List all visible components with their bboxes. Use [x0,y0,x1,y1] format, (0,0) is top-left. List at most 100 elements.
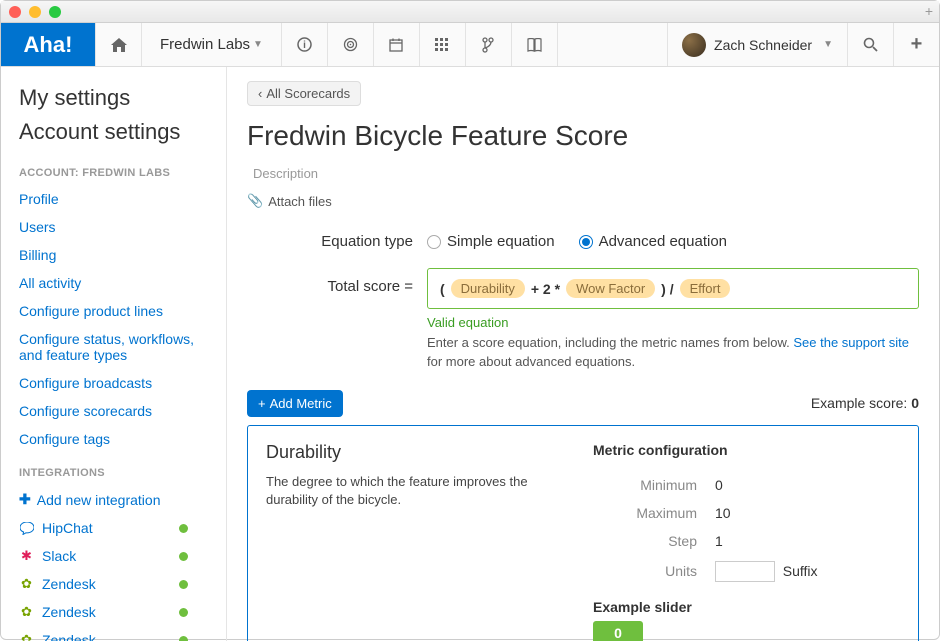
support-link[interactable]: See the support site [793,335,909,350]
grid-icon[interactable] [419,23,465,66]
sidebar-link-profile[interactable]: Profile [1,185,226,213]
plus-icon: ✚ [19,491,31,508]
sidebar-link-scorecards[interactable]: Configure scorecards [1,397,226,425]
caret-down-icon: ▼ [823,39,833,50]
zendesk-icon: ✿ [19,605,34,620]
integration-slack[interactable]: ✱ Slack [1,542,226,570]
metric-description[interactable]: The degree to which the feature improves… [266,473,573,509]
user-menu[interactable]: Zach Schneider ▼ [667,23,847,66]
new-tab-icon[interactable]: + [925,3,933,19]
radio-simple[interactable]: Simple equation [427,233,555,250]
project-dropdown[interactable]: Fredwin Labs ▼ [141,23,281,66]
sidebar-link-broadcasts[interactable]: Configure broadcasts [1,369,226,397]
main-panel: ‹ All Scorecards Fredwin Bicycle Feature… [227,67,939,641]
metric-card: Durability The degree to which the featu… [247,425,919,641]
chevron-left-icon: ‹ [258,86,262,101]
aha-logo[interactable]: Aha! [1,23,95,66]
equation-type-label: Equation type [247,231,427,250]
sidebar-link-product-lines[interactable]: Configure product lines [1,297,226,325]
total-score-label: Total score = [247,268,427,372]
avatar [682,33,706,57]
status-dot [179,580,188,589]
sidebar-link-users[interactable]: Users [1,213,226,241]
config-min-label: Minimum [595,472,705,498]
integration-label: Zendesk [42,604,96,620]
project-name: Fredwin Labs [160,36,250,53]
book-icon[interactable] [511,23,557,66]
radio-icon [427,235,441,249]
units-suffix-label: Suffix [783,563,818,579]
config-step-label: Step [595,528,705,554]
window-maximize-button[interactable] [49,6,61,18]
integration-label: HipChat [42,520,93,536]
sidebar-link-tags[interactable]: Configure tags [1,425,226,453]
description-label[interactable]: Description [247,166,919,181]
config-units-label: Units [595,556,705,587]
page-title: Fredwin Bicycle Feature Score [247,120,919,152]
radio-advanced-label: Advanced equation [599,233,727,250]
integrations-group-label: INTEGRATIONS [1,453,226,485]
user-name: Zach Schneider [714,37,812,53]
example-score: Example score: 0 [811,395,919,411]
branch-icon[interactable] [465,23,511,66]
calendar-icon[interactable] [373,23,419,66]
home-icon[interactable] [95,23,141,66]
status-dot [179,552,188,561]
zendesk-icon: ✿ [19,577,34,592]
account-group-label: ACCOUNT: FREDWIN LABS [1,153,226,185]
attach-files-link[interactable]: 📎 Attach files [247,193,919,209]
integration-label: Slack [42,548,76,564]
back-button[interactable]: ‹ All Scorecards [247,81,361,106]
add-metric-button[interactable]: + Add Metric [247,390,343,417]
target-icon[interactable] [327,23,373,66]
metric-pill-effort[interactable]: Effort [680,279,731,298]
units-input[interactable] [715,561,775,582]
config-min-value[interactable]: 0 [707,472,898,498]
equation-input[interactable]: ( Durability + 2 * Wow Factor ) / Effort [427,268,919,309]
add-icon[interactable]: + [893,23,939,66]
svg-text:i: i [303,40,306,51]
radio-simple-label: Simple equation [447,233,555,250]
account-settings-heading[interactable]: Account settings [1,119,226,153]
sidebar-link-activity[interactable]: All activity [1,269,226,297]
search-icon[interactable] [847,23,893,66]
window-close-button[interactable] [9,6,21,18]
eq-plus-2: + 2 * [531,281,560,297]
add-metric-label: Add Metric [270,396,332,411]
integration-hipchat[interactable]: HipChat [1,514,226,542]
config-step-value[interactable]: 1 [707,528,898,554]
config-max-value[interactable]: 10 [707,500,898,526]
metric-pill-durability[interactable]: Durability [451,279,525,298]
radio-advanced[interactable]: Advanced equation [579,233,727,250]
metric-name[interactable]: Durability [266,442,573,463]
integration-zendesk-3[interactable]: ✿ Zendesk [1,626,226,641]
eq-close-div: ) / [661,281,673,297]
integration-label: Zendesk [42,576,96,592]
status-dot [179,636,188,641]
add-integration-label: Add new integration [37,492,161,508]
eq-open-paren: ( [440,281,445,297]
radio-checked-icon [579,235,593,249]
my-settings-heading[interactable]: My settings [1,85,226,119]
caret-down-icon: ▼ [253,39,263,50]
integration-zendesk-1[interactable]: ✿ Zendesk [1,570,226,598]
config-max-label: Maximum [595,500,705,526]
add-integration-link[interactable]: ✚ Add new integration [1,485,226,514]
paperclip-icon: 📎 [247,193,263,209]
sidebar-link-billing[interactable]: Billing [1,241,226,269]
top-nav: Aha! Fredwin Labs ▼ i Zach Schneider ▼ + [1,23,939,67]
sidebar-link-workflows[interactable]: Configure status, workflows, and feature… [1,325,226,369]
window-minimize-button[interactable] [29,6,41,18]
example-slider[interactable]: 0 [593,621,643,641]
integration-zendesk-2[interactable]: ✿ Zendesk [1,598,226,626]
slack-icon: ✱ [19,549,34,564]
attach-label: Attach files [268,194,332,209]
info-icon[interactable]: i [281,23,327,66]
metric-pill-wow[interactable]: Wow Factor [566,279,655,298]
valid-equation-msg: Valid equation [427,315,919,330]
nav-spacer [557,23,667,66]
status-dot [179,524,188,533]
sidebar: My settings Account settings ACCOUNT: FR… [1,67,227,641]
equation-help-text: Enter a score equation, including the me… [427,334,919,372]
plus-icon: + [258,396,266,411]
